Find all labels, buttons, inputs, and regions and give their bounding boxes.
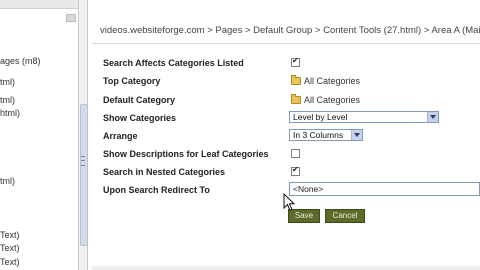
show-categories-select[interactable]: Level by Level: [289, 111, 439, 123]
arrange-select[interactable]: In 3 Columns: [289, 129, 363, 141]
search-affects-label: Search Affects Categories Listed: [103, 58, 244, 68]
mouse-pointer-icon: [283, 193, 296, 212]
tree-item[interactable]: tml): [0, 176, 15, 186]
show-categories-value: Level by Level: [293, 112, 348, 122]
show-categories-label: Show Categories: [103, 113, 177, 123]
search-affects-checkbox[interactable]: [291, 56, 300, 67]
show-descriptions-label: Show Descriptions for Leaf Categories: [103, 149, 269, 159]
default-category-link[interactable]: All Categories: [291, 94, 361, 105]
redirect-label: Upon Search Redirect To: [103, 185, 210, 195]
top-category-link[interactable]: All Categories: [291, 75, 361, 86]
folder-icon: [291, 75, 301, 85]
grip-icon: [81, 156, 85, 166]
chevron-down-icon[interactable]: [351, 130, 362, 140]
chevron-down-icon[interactable]: [427, 112, 438, 122]
pane-splitter[interactable]: [78, 0, 88, 270]
divider: [92, 43, 480, 44]
tree-item[interactable]: html): [0, 108, 20, 118]
tree-toolbar: [0, 0, 78, 22]
top-category-label: Top Category: [103, 76, 161, 86]
tree-item[interactable]: Text): [0, 243, 20, 253]
search-nested-checkbox[interactable]: [291, 165, 300, 176]
tree-item[interactable]: Text): [0, 230, 20, 240]
tree-item[interactable]: tml): [0, 77, 15, 87]
tree-item[interactable]: ages (m8): [0, 56, 41, 66]
tree-toolbar-button[interactable]: [66, 14, 76, 22]
default-category-label: Default Category: [103, 95, 176, 105]
breadcrumb: videos.websiteforge.com > Pages > Defaul…: [100, 25, 480, 36]
cancel-button[interactable]: Cancel: [325, 209, 365, 223]
show-descriptions-checkbox[interactable]: [291, 149, 300, 158]
tree-item[interactable]: tml): [0, 95, 15, 105]
top-category-value: All Categories: [304, 76, 361, 86]
footer-strip: [92, 266, 480, 270]
arrange-value: In 3 Columns: [293, 130, 344, 140]
folder-icon: [291, 94, 301, 104]
redirect-field[interactable]: <None>: [289, 182, 480, 196]
tree-pane: ages (m8) tml) tml) html) tml) Text) Tex…: [0, 0, 78, 270]
scrollbar-thumb[interactable]: [80, 104, 88, 246]
tree-item[interactable]: Text): [0, 257, 20, 267]
arrange-label: Arrange: [103, 131, 138, 141]
search-nested-label: Search in Nested Categories: [103, 167, 226, 177]
default-category-value: All Categories: [304, 95, 361, 105]
